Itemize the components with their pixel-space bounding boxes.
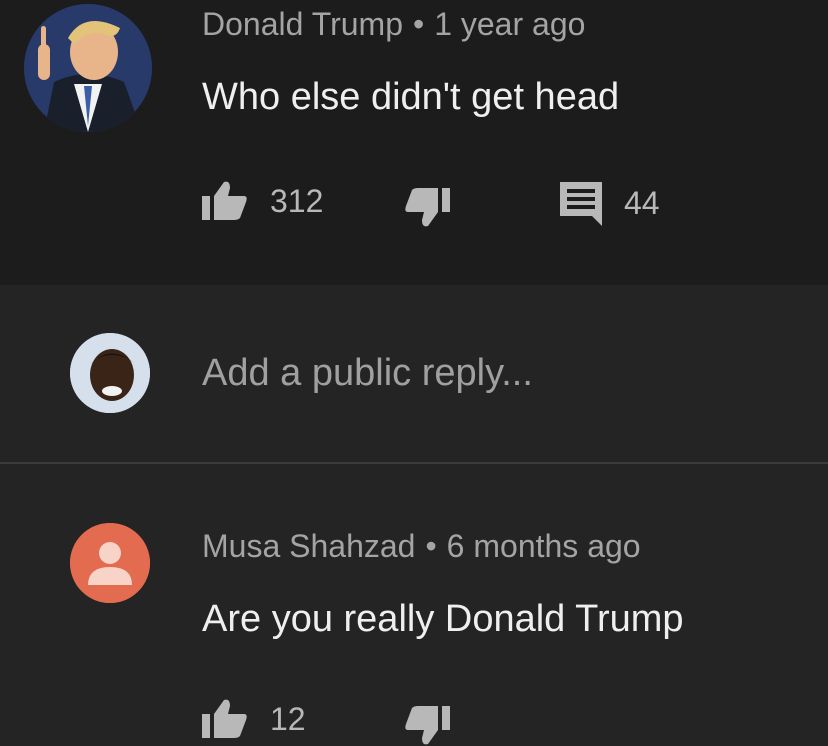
like-button[interactable]: 312	[200, 180, 323, 222]
top-comment: Donald Trump • 1 year ago Who else didn't …	[0, 0, 828, 285]
comment-meta: Donald Trump • 1 year ago	[202, 6, 585, 43]
comment-text: Are you really Donald Trump	[202, 598, 684, 640]
thumbs-down-icon	[405, 188, 450, 227]
comment-author[interactable]: Musa Shahzad	[202, 528, 415, 564]
reply-input[interactable]: Add a public reply...	[202, 352, 533, 395]
comment-actions: 312 44	[0, 172, 828, 232]
dislike-button[interactable]	[404, 186, 452, 228]
avatar-photo	[24, 4, 152, 132]
like-count: 312	[270, 182, 324, 219]
reply-button[interactable]: 44	[558, 180, 660, 226]
meta-separator: •	[412, 6, 425, 42]
like-button[interactable]: 12	[200, 698, 306, 740]
dislike-button[interactable]	[404, 704, 452, 746]
comment-author[interactable]: Donald Trump	[202, 6, 403, 42]
thumbs-down-icon	[405, 706, 450, 745]
comment-time[interactable]: 6 months ago	[447, 528, 641, 564]
user-icon	[70, 523, 150, 603]
user-photo	[70, 333, 150, 413]
commenter-avatar[interactable]	[24, 4, 152, 132]
current-user-avatar	[70, 333, 150, 413]
meta-separator: •	[425, 528, 437, 564]
comment-time[interactable]: 1 year ago	[434, 6, 585, 42]
like-count: 12	[270, 700, 306, 737]
comment-text: Who else didn't get head	[202, 76, 620, 118]
comment-meta: Musa Shahzad • 6 months ago	[202, 528, 641, 565]
thumbs-up-icon	[202, 181, 247, 220]
comment-icon	[560, 182, 602, 226]
comment-actions: 12	[0, 690, 828, 745]
commenter-avatar[interactable]	[70, 523, 150, 603]
thumbs-up-icon	[202, 699, 247, 738]
reply-count: 44	[624, 184, 660, 221]
divider	[0, 462, 828, 464]
